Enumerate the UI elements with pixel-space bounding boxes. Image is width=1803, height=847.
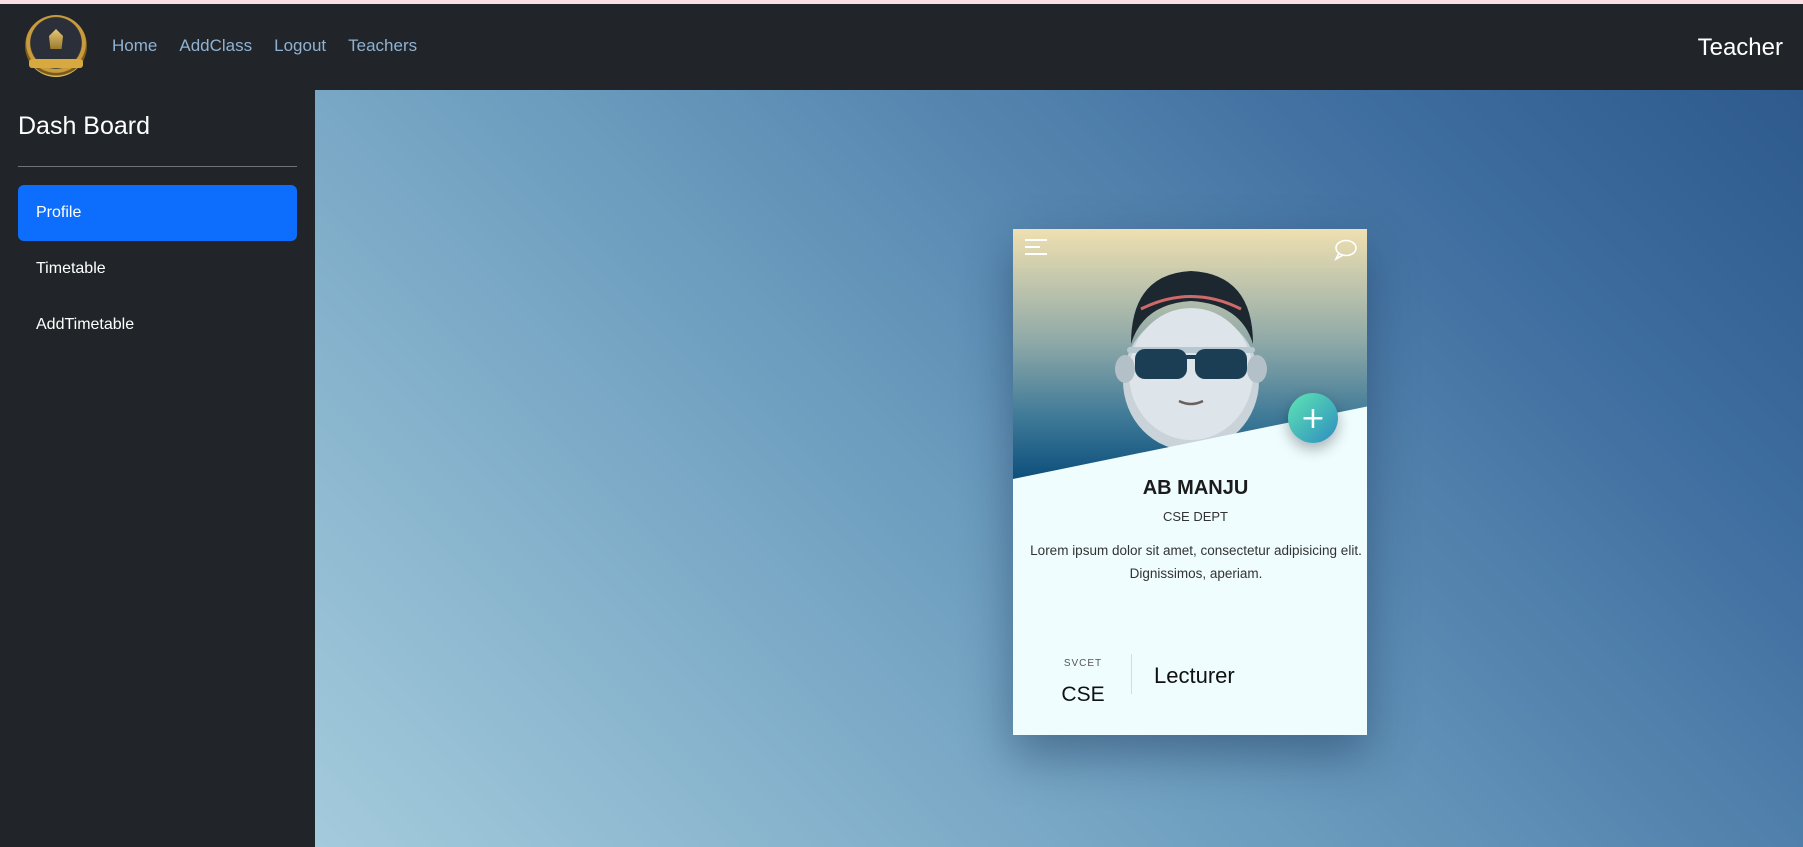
sidebar-item-label: AddTimetable: [36, 316, 135, 333]
stat-value: CSE: [1061, 683, 1105, 706]
profile-role: Lecturer: [1154, 663, 1235, 688]
avatar-image: [1115, 271, 1267, 449]
menu-icon[interactable]: [1025, 239, 1047, 255]
add-button[interactable]: +: [1288, 393, 1338, 443]
navbar: Home AddClass Logout Teachers Teacher: [0, 4, 1803, 90]
sidebar: Dash Board Profile Timetable AddTimetabl…: [0, 90, 315, 847]
profile-card: + AB MANJU CSE DEPT Lorem ipsum dolor si…: [1013, 229, 1367, 735]
sidebar-item-label: Timetable: [36, 260, 106, 277]
plus-icon: +: [1300, 400, 1326, 436]
nav-link-addclass[interactable]: AddClass: [179, 36, 252, 56]
sidebar-item-label: Profile: [36, 204, 82, 221]
nav-link-logout[interactable]: Logout: [274, 36, 326, 56]
role-label: Teacher: [1697, 34, 1783, 61]
logo-emblem-icon[interactable]: [25, 15, 87, 77]
sidebar-title: Dash Board: [18, 112, 151, 140]
stat-divider: [1131, 654, 1132, 694]
stat-label: SVCET: [1063, 658, 1103, 669]
chat-icon[interactable]: [1333, 239, 1357, 261]
nav-links: Home AddClass Logout Teachers: [112, 36, 417, 56]
nav-link-home[interactable]: Home: [112, 36, 157, 56]
sidebar-item-timetable[interactable]: Timetable: [18, 241, 297, 297]
profile-name: AB MANJU: [1142, 477, 1249, 499]
sidebar-item-addtimetable[interactable]: AddTimetable: [18, 297, 297, 353]
profile-description: Lorem ipsum dolor sit amet, consectetur …: [1030, 543, 1362, 581]
nav-link-teachers[interactable]: Teachers: [348, 36, 417, 56]
sidebar-divider: [18, 166, 297, 167]
sidebar-item-profile[interactable]: Profile: [18, 185, 297, 241]
profile-dept: CSE DEPT: [1162, 509, 1228, 524]
